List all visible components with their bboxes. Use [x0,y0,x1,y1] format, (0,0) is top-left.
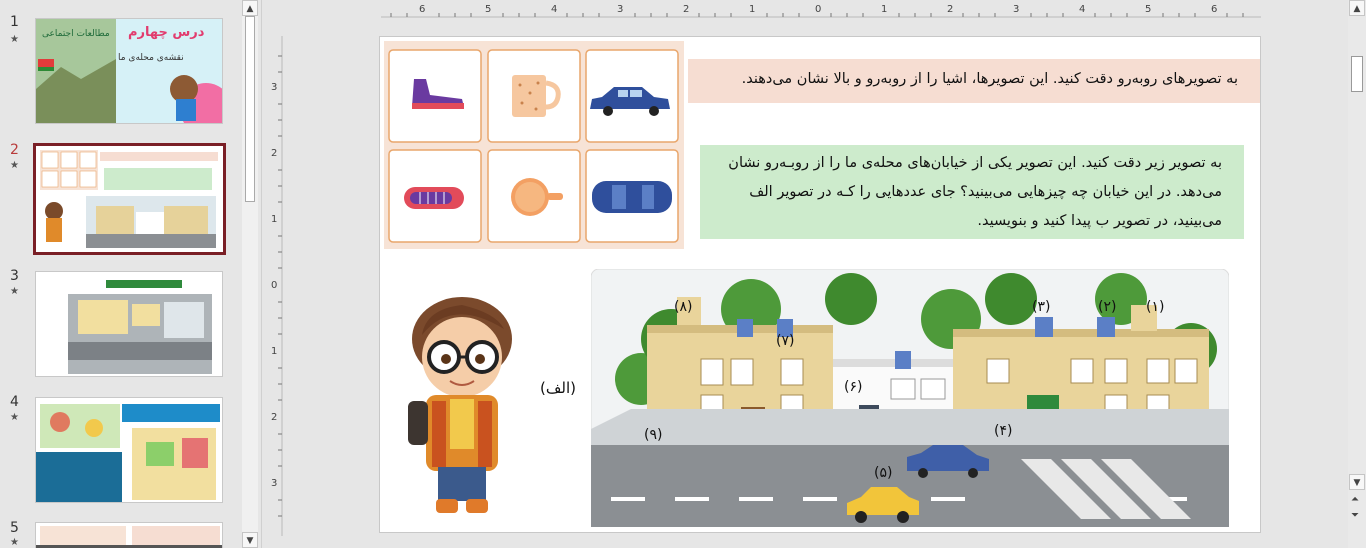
thumb-lesson-subtitle: نقشه‌ی محله‌ی ما [118,53,184,63]
next-slide-icon[interactable]: ⏷ [1351,510,1359,521]
powerpoint-window: 1 ★ مطالعات اجتماعی درس چهارم نقشه‌ی محل… [0,0,1366,548]
ruler-label: 2 [683,4,690,15]
ruler-label: 3 [1013,4,1020,15]
animation-star-icon: ★ [10,160,19,171]
thumbnail-scroll-thumb[interactable] [245,16,255,202]
animation-star-icon: ★ [10,34,19,45]
previous-slide-icon[interactable]: ⏶ [1351,494,1359,505]
shoe-top-icon [404,187,464,209]
ruler-label: 3 [271,478,278,489]
ruler-label: 6 [1211,4,1218,15]
slide-number-4: 4 [10,394,19,410]
ruler-label: 0 [271,280,278,291]
scroll-up-arrow-icon[interactable]: ▲ [1349,0,1365,16]
boy-character-image [408,297,512,513]
ruler-label: 1 [881,4,888,15]
editor-vertical-scrollbar[interactable]: ▲ ▼ ⏶ ⏷ [1348,0,1366,548]
ruler-label: 1 [271,214,278,225]
slide-number-5: 5 [10,520,19,536]
object-cards-grid [384,41,684,249]
ruler-label: 4 [551,4,558,15]
ruler-label: 4 [1079,4,1086,15]
scroll-up-arrow-icon[interactable]: ▲ [242,0,258,16]
slide-canvas[interactable]: به تصویرهای روبه‌رو دقت کنید. این تصویره… [379,36,1261,533]
thumb-lesson-title: درس چهارم [128,25,205,40]
ruler-label: 2 [271,412,278,423]
street-label-4: (۴) [994,423,1013,439]
slide-thumbnail-1[interactable]: مطالعات اجتماعی درس چهارم نقشه‌ی محله‌ی … [35,18,223,124]
ruler-label: 6 [419,4,426,15]
slide-3-preview [68,280,212,374]
label-alef: (الف) [540,379,576,397]
slide-4-preview [36,404,220,502]
animation-star-icon: ★ [10,537,19,548]
scroll-down-arrow-icon[interactable]: ▼ [242,532,258,548]
slide-number-2: 2 [10,142,19,158]
scroll-down-arrow-icon[interactable]: ▼ [1349,474,1365,490]
ruler-label: 3 [617,4,624,15]
animation-star-icon: ★ [10,286,19,297]
ruler-label: 1 [271,346,278,357]
street-label-7: (۷) [776,333,795,349]
ruler-label: 0 [815,4,822,15]
animation-star-icon: ★ [10,412,19,423]
thumbnail-scrollbar[interactable]: ▲ ▼ [242,0,258,548]
vertical-ruler: 3 2 1 0 1 2 3 [269,36,283,536]
ruler-label: 5 [1145,4,1152,15]
slide-number-1: 1 [10,14,19,30]
slide-5-preview [36,526,222,548]
slide-number-3: 3 [10,268,19,284]
slide-2-preview [40,150,218,248]
ruler-label: 3 [271,82,278,93]
street-label-6: (۶) [844,379,863,395]
slide-thumbnail-pane: 1 ★ مطالعات اجتماعی درس چهارم نقشه‌ی محل… [0,0,262,548]
instruction-textbox-2[interactable]: به تصویر زیر دقت کنید. این تصویر یکی از … [700,145,1244,239]
slide-thumbnail-3[interactable] [35,271,223,377]
ruler-label: 1 [749,4,756,15]
car-top-icon [592,181,672,213]
ruler-label: 2 [947,4,954,15]
street-label-3: (۳) [1032,299,1051,315]
ruler-label: 2 [271,148,278,159]
book-title: مطالعات اجتماعی [42,29,110,39]
slide-thumbnail-5[interactable] [35,522,223,548]
slide-thumbnail-4[interactable] [35,397,223,503]
street-label-8: (۸) [674,299,693,315]
street-label-9: (۹) [644,427,663,443]
instruction-textbox-1[interactable]: به تصویرهای روبه‌رو دقت کنید. این تصویره… [688,59,1260,103]
slide-thumbnail-2[interactable] [33,143,226,255]
horizontal-ruler: 6 5 4 3 2 1 0 1 2 3 4 5 6 [381,4,1261,18]
editor-scroll-thumb[interactable] [1351,56,1363,92]
street-label-5: (۵) [874,465,893,481]
ruler-label: 5 [485,4,492,15]
street-label-1: (۱) [1146,299,1165,315]
street-label-2: (۲) [1098,299,1117,315]
